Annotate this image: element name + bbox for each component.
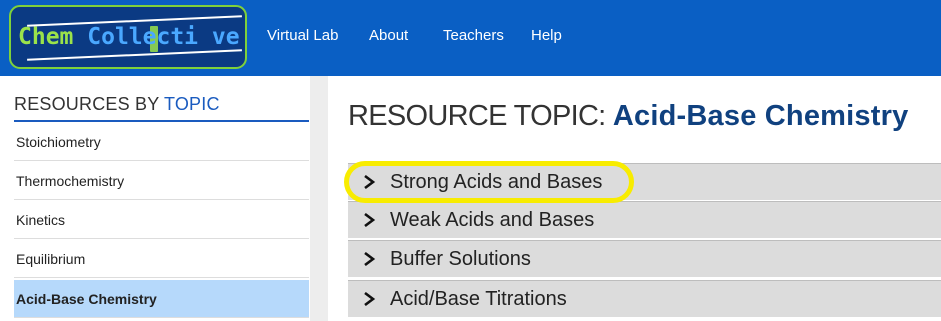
sidebar-item-thermochemistry[interactable]: Thermochemistry — [14, 162, 309, 200]
chevron-right-icon — [364, 175, 376, 189]
chevron-right-icon — [364, 292, 376, 306]
nav-help[interactable]: Help — [531, 27, 562, 44]
logo-text: Chem Collecti ve — [18, 24, 240, 50]
nav-virtual-lab[interactable]: Virtual Lab — [267, 27, 338, 44]
accordion-buffer-solutions[interactable]: Buffer Solutions — [348, 240, 941, 277]
column-gutter — [310, 76, 328, 321]
accordion-label: Acid/Base Titrations — [390, 287, 567, 310]
sidebar-item-acid-base-chemistry[interactable]: Acid-Base Chemistry — [14, 280, 309, 318]
sidebar: RESOURCES BY TOPIC Stoichiometry Thermoc… — [0, 76, 310, 321]
sidebar-item-label: Acid-Base Chemistry — [16, 290, 157, 307]
nav-teachers[interactable]: Teachers — [443, 27, 504, 44]
accordion-label: Buffer Solutions — [390, 247, 531, 270]
accordion-label: Strong Acids and Bases — [390, 170, 603, 193]
chemcollective-logo[interactable]: Chem Collecti ve — [9, 5, 247, 69]
logo-decoration-line — [27, 49, 242, 61]
chevron-right-icon — [364, 213, 376, 227]
site-header: Chem Collecti ve Virtual Lab About Teach… — [0, 0, 941, 76]
sidebar-title-divider — [14, 120, 309, 122]
accordion-label: Weak Acids and Bases — [390, 208, 595, 231]
sidebar-item-label: Kinetics — [16, 211, 66, 228]
sidebar-item-label: Stoichiometry — [16, 133, 101, 150]
nav-about[interactable]: About — [369, 27, 408, 44]
sidebar-item-kinetics[interactable]: Kinetics — [14, 201, 309, 239]
sidebar-item-stoichiometry[interactable]: Stoichiometry — [14, 123, 309, 161]
sidebar-item-label: Equilibrium — [16, 250, 86, 267]
accordion-acid-base-titrations[interactable]: Acid/Base Titrations — [348, 280, 941, 317]
sidebar-item-equilibrium[interactable]: Equilibrium — [14, 240, 309, 278]
main-content: RESOURCE TOPIC: Acid-Base Chemistry Stro… — [328, 76, 941, 321]
accordion-weak-acids-and-bases[interactable]: Weak Acids and Bases — [348, 201, 941, 238]
sidebar-title: RESOURCES BY TOPIC — [14, 94, 220, 114]
sidebar-item-label: Thermochemistry — [16, 172, 125, 189]
chevron-right-icon — [364, 252, 376, 266]
accordion-strong-acids-and-bases[interactable]: Strong Acids and Bases — [348, 163, 941, 200]
page-title: RESOURCE TOPIC: Acid-Base Chemistry — [348, 100, 909, 132]
